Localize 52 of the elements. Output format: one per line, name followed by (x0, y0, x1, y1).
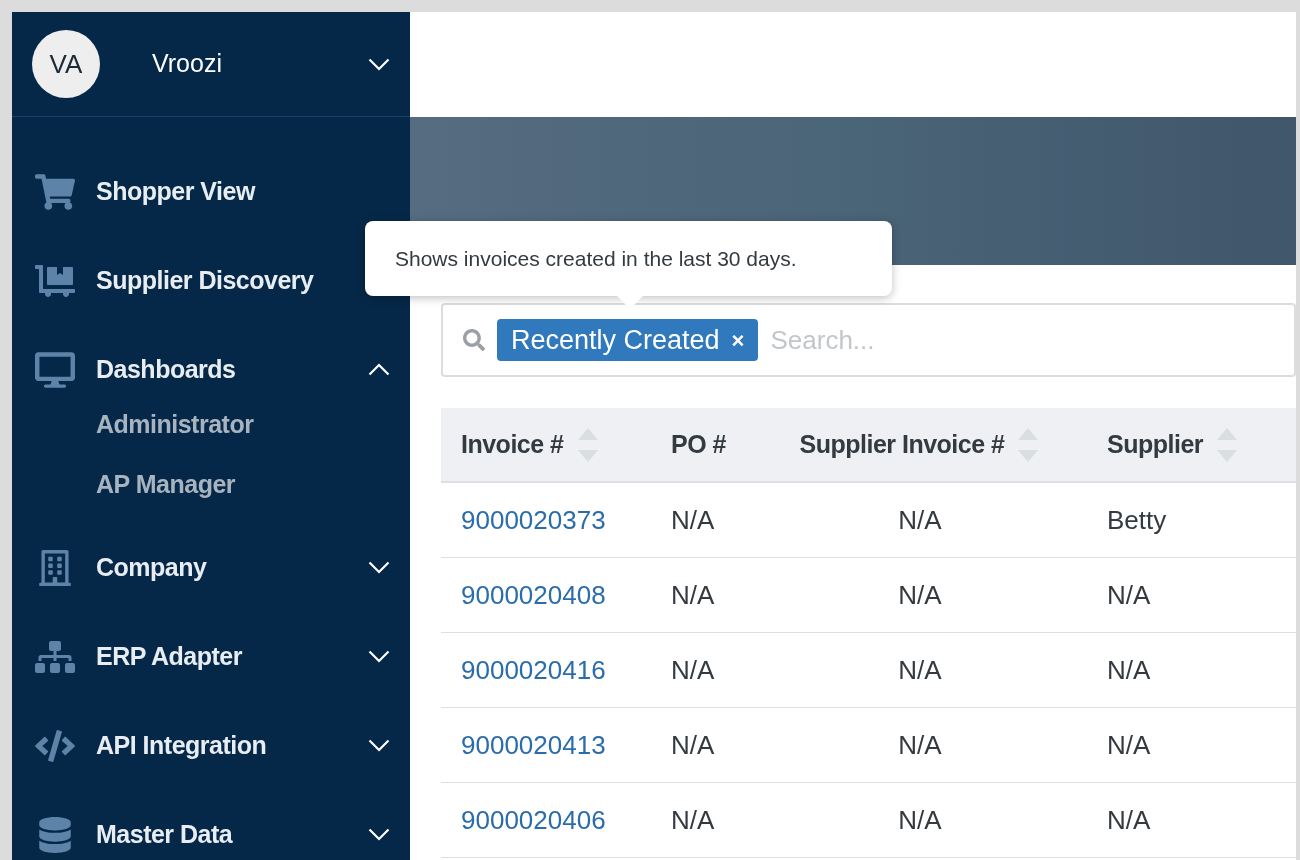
tooltip-text: Shows invoices created in the last 30 days. (395, 245, 797, 272)
column-header[interactable]: Invoice # (461, 425, 564, 464)
table-cell-text: N/A (671, 503, 715, 537)
column-header[interactable]: Supplier Invoice # (799, 425, 1005, 464)
search-input[interactable]: Search... (770, 320, 1294, 360)
invoice-link[interactable]: 9000020406 (461, 800, 606, 840)
table-cell-text: N/A (671, 728, 715, 762)
filter-label: Recently Created (511, 323, 720, 357)
chevron-down-icon (368, 650, 390, 663)
table-cell-text: N/A (898, 728, 942, 762)
table-cell-text: N/A (1107, 728, 1151, 762)
table-cell-text: N/A (671, 803, 715, 837)
sidebar-item[interactable]: API Integration (12, 701, 410, 790)
table-cell-text: N/A (898, 653, 942, 687)
account-header[interactable]: VA Vroozi (12, 12, 410, 117)
sidebar-item[interactable]: Supplier Discovery (12, 236, 334, 325)
hand-truck-icon (35, 262, 75, 299)
chevron-down-icon (368, 57, 390, 71)
table-cell-text: N/A (898, 803, 942, 837)
table-cell-text: Betty (1107, 503, 1167, 537)
invoice-link[interactable]: 9000020408 (461, 575, 606, 615)
remove-filter-button[interactable]: × (731, 323, 745, 357)
column-header[interactable]: Supplier (1107, 425, 1203, 464)
chevron-down-icon (368, 828, 390, 841)
table-cell-text: N/A (1107, 578, 1151, 612)
filter-chip[interactable]: Recently Created × (497, 319, 759, 361)
sidebar-item[interactable]: Company (12, 523, 410, 612)
code-icon (35, 727, 75, 764)
table-cell-text: N/A (671, 578, 715, 612)
sidebar-subitem[interactable]: AP Manager (12, 455, 410, 515)
invoice-link[interactable]: 9000020416 (461, 650, 606, 690)
invoice-link[interactable]: 9000020413 (461, 725, 606, 765)
search-icon (463, 329, 485, 351)
search-field[interactable]: Recently Created × Search... (441, 303, 1296, 377)
invoice-link[interactable]: 9000020373 (461, 500, 606, 540)
hierarchy-icon (35, 638, 75, 675)
table-cell-text: N/A (1107, 653, 1151, 687)
table-cell-text: N/A (671, 653, 715, 687)
column-header[interactable]: PO # (671, 425, 726, 464)
chevron-up-icon (368, 363, 390, 376)
monitor-icon (35, 351, 75, 388)
sidebar-item[interactable]: ERP Adapter (12, 612, 410, 701)
account-name: Vroozi (152, 48, 223, 80)
sidebar-item[interactable]: Shopper View (12, 147, 275, 236)
table-cell-text: N/A (1107, 803, 1151, 837)
chevron-down-icon (368, 561, 390, 574)
sidebar-item[interactable]: Master Data (12, 790, 410, 860)
table-cell-text: N/A (898, 578, 942, 612)
avatar: VA (32, 30, 100, 98)
table-cell-text: N/A (898, 503, 942, 537)
cart-icon (35, 173, 75, 210)
chevron-down-icon (368, 739, 390, 752)
